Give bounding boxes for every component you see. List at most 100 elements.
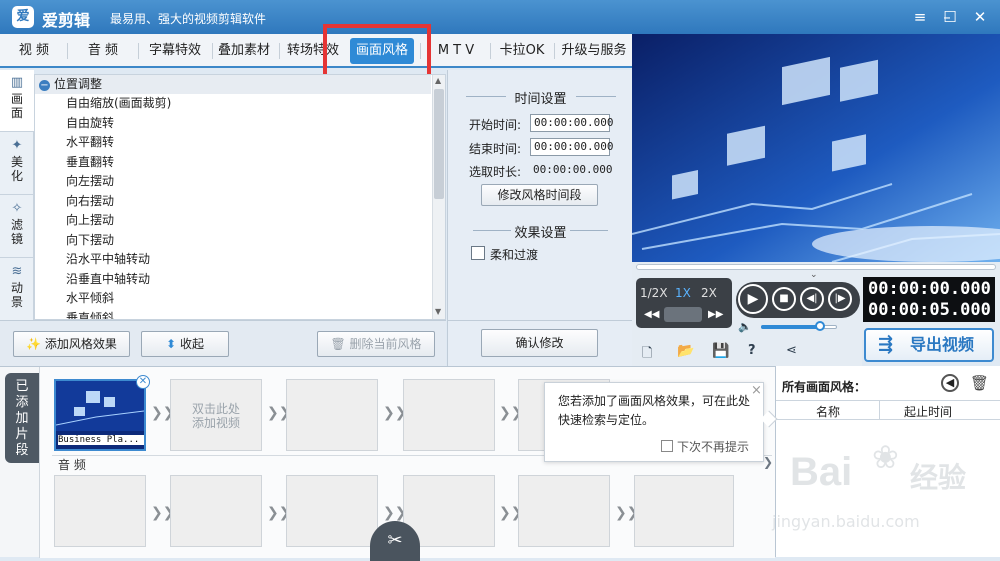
new-file-icon[interactable]: 🗋	[642, 344, 652, 366]
tab-mtv[interactable]: M T V	[426, 38, 486, 64]
expand-down-icon[interactable]: ⌄	[810, 270, 818, 280]
speed-normal-button[interactable]: 1X	[675, 286, 691, 300]
clip-name: Business Pla...	[58, 435, 144, 445]
scroll-up-icon[interactable]: ▲	[435, 76, 441, 85]
settings-panel: 时间设置 开始时间: 00:00:00.000 结束时间: 00:00:00.0…	[447, 70, 633, 366]
effect-item[interactable]: 沿垂直中轴转动	[66, 270, 150, 290]
motion-icon: ≋	[11, 264, 23, 279]
tab-karaoke[interactable]: 卡拉OK	[494, 38, 550, 64]
tab-video[interactable]: 视 频	[6, 38, 62, 64]
speed-double-button[interactable]: 2X	[701, 286, 717, 300]
speed-half-button[interactable]: 1/2X	[640, 286, 668, 300]
end-time-input[interactable]: 00:00:00.000	[530, 138, 613, 156]
help-icon[interactable]: ?	[748, 343, 756, 358]
prev-frame-button[interactable]: ◀|	[800, 287, 824, 311]
preview-image	[632, 34, 1000, 262]
remove-clip-icon[interactable]: ✕	[136, 375, 150, 389]
effect-group-header[interactable]: − 位置调整	[35, 75, 431, 94]
volume-fill	[761, 325, 821, 329]
effect-item[interactable]: 垂直倾斜	[66, 309, 114, 320]
baidu-watermark: Bai ❀ 经验 jingyan.baidu.com	[770, 430, 1000, 550]
side-tab-filter[interactable]: ✧ 滤 镜	[0, 196, 34, 258]
locate-icon[interactable]: ◀	[941, 374, 959, 392]
beautify-icon: ✦	[11, 138, 23, 153]
fast-forward-icon[interactable]: ▶▶	[708, 309, 723, 320]
audio-slot[interactable]	[518, 475, 610, 547]
effect-list-scrollbar[interactable]: ▲ ▼	[432, 75, 445, 319]
tab-subtitle-effects[interactable]: 字幕特效	[143, 38, 207, 64]
jog-wheel[interactable]	[664, 307, 702, 322]
app-title: 爱剪辑	[42, 11, 91, 30]
collapse-group-icon[interactable]: −	[39, 80, 50, 91]
start-time-input[interactable]: 00:00:00.000	[530, 114, 613, 132]
effect-item[interactable]: 水平翻转	[66, 133, 114, 153]
watermark-brand2: 经验	[910, 461, 967, 494]
export-icon: ⇶	[878, 334, 894, 355]
effect-item[interactable]: 水平倾斜	[66, 289, 114, 309]
dont-show-again-label: 下次不再提示	[677, 440, 750, 454]
effect-item[interactable]: 向左摆动	[66, 172, 114, 192]
side-tabs: ▥ 画 面 ✦ 美 化 ✧ 滤 镜 ≋ 动 景	[0, 70, 34, 321]
trash-icon[interactable]: 🗑	[970, 374, 989, 392]
save-icon[interactable]: 💾	[712, 343, 729, 359]
side-tab-screen[interactable]: ▥ 画 面	[0, 70, 34, 132]
confirm-button[interactable]: 确认修改	[481, 329, 598, 357]
tab-upgrade-service[interactable]: 升级与服务	[557, 38, 631, 64]
video-clip[interactable]: Business Pla... ✕	[54, 375, 150, 451]
end-time-label: 结束时间:	[469, 142, 522, 156]
tab-overlay[interactable]: 叠加素材	[214, 38, 274, 64]
side-tab-motion[interactable]: ≋ 动 景	[0, 259, 34, 321]
hint-tooltip: 您若添加了画面风格效果，可在此处快速检索与定位。 × 下次不再提示	[544, 382, 778, 462]
audio-slot[interactable]	[286, 475, 378, 547]
stop-button[interactable]: ■	[772, 287, 796, 311]
video-preview	[632, 34, 1000, 262]
effect-list: − 位置调整 自由缩放(画面裁剪) 自由旋转 水平翻转 垂直翻转 向左摆动 向右摆…	[34, 74, 446, 320]
audio-slot[interactable]	[170, 475, 262, 547]
start-time-label: 开始时间:	[469, 118, 522, 132]
empty-slot[interactable]	[286, 379, 378, 451]
next-frame-button[interactable]: |▶	[828, 287, 852, 311]
app-slogan: 最易用、强大的视频剪辑软件	[110, 12, 267, 26]
volume-knob[interactable]	[815, 321, 826, 331]
effect-item[interactable]: 沿水平中轴转动	[66, 250, 150, 270]
effect-item[interactable]: 自由旋转	[66, 114, 114, 134]
scroll-down-icon[interactable]: ▼	[435, 307, 441, 316]
play-button[interactable]: ▶	[738, 284, 768, 314]
effect-item[interactable]: 垂直翻转	[66, 153, 114, 173]
close-button[interactable]: ✕	[968, 6, 992, 28]
effect-item[interactable]: 自由缩放(画面裁剪)	[66, 94, 171, 114]
current-time: 00:00:00.000	[868, 279, 991, 299]
empty-slot[interactable]	[403, 379, 495, 451]
effect-item[interactable]: 向上摆动	[66, 211, 114, 231]
effect-item[interactable]: 向右摆动	[66, 192, 114, 212]
volume-icon[interactable]: 🔈	[738, 320, 752, 333]
total-time: 00:00:05.000	[868, 300, 991, 320]
add-video-slot[interactable]: 双击此处 添加视频	[170, 379, 262, 451]
collapse-button[interactable]: ⬍ 收起	[141, 331, 229, 357]
audio-slot[interactable]	[634, 475, 734, 547]
rewind-icon[interactable]: ◀◀	[644, 309, 659, 320]
delete-style-button[interactable]: 🗑 删除当前风格	[317, 331, 435, 357]
effect-item[interactable]: 向下摆动	[66, 231, 114, 251]
share-icon[interactable]: ⋖	[786, 343, 797, 358]
tab-audio[interactable]: 音 频	[74, 38, 132, 64]
menu-button[interactable]: ≡	[908, 6, 932, 28]
main-tabs: 视 频 音 频 字幕特效 叠加素材 转场特效 画面风格 M T V 卡拉OK 升…	[0, 34, 632, 68]
delete-style-label: 删除当前风格	[349, 337, 422, 351]
app-logo: 爱	[12, 6, 34, 28]
smooth-transition-checkbox[interactable]	[471, 246, 485, 260]
edit-style-time-button[interactable]: 修改风格时间段	[481, 184, 598, 206]
export-video-button[interactable]: ⇶ 导出视频	[864, 328, 994, 362]
maximize-button[interactable]: ☐	[938, 6, 962, 28]
add-style-button[interactable]: ✨ 添加风格效果	[13, 331, 130, 357]
scroll-thumb[interactable]	[434, 89, 444, 199]
dont-show-again-checkbox[interactable]	[661, 440, 673, 452]
side-tab-label: 滤 镜	[10, 218, 23, 246]
open-folder-icon[interactable]: 📂	[677, 343, 694, 359]
side-tab-label: 美 化	[10, 155, 23, 183]
audio-slot[interactable]	[54, 475, 146, 547]
side-tab-label: 画 面	[10, 92, 23, 120]
hint-close-icon[interactable]: ×	[751, 383, 762, 398]
smooth-transition-label: 柔和过渡	[490, 248, 539, 262]
side-tab-beautify[interactable]: ✦ 美 化	[0, 133, 34, 195]
